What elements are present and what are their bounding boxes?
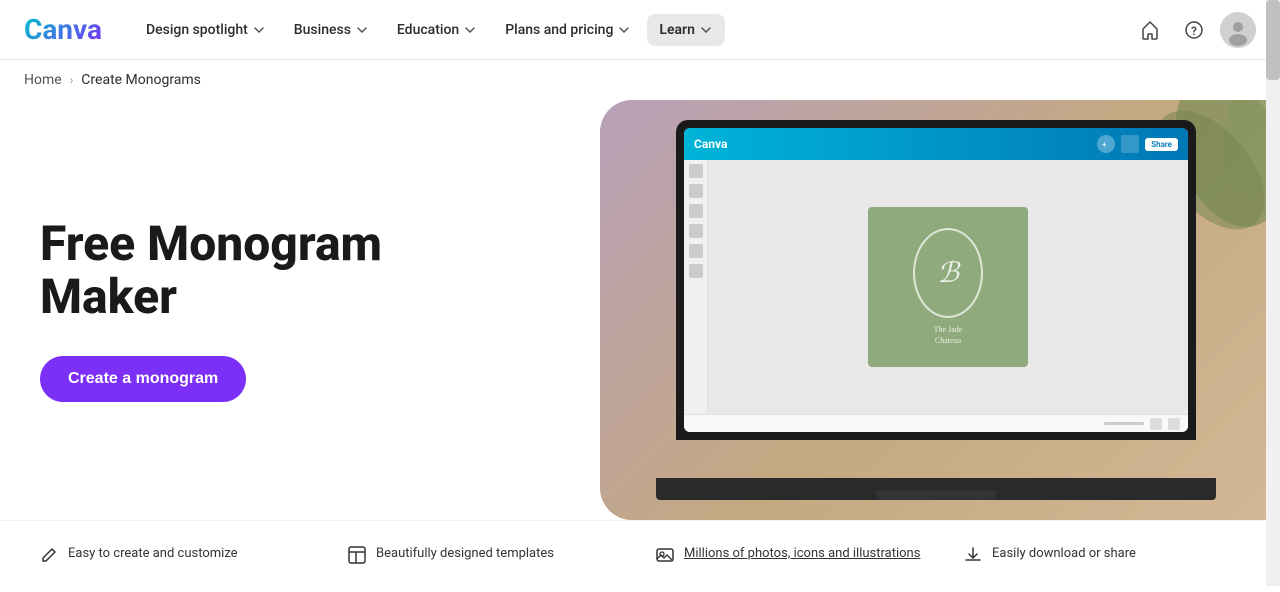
nav-item-learn[interactable]: Learn [647, 14, 724, 46]
feature-text-templates: Beautifully designed templates [376, 545, 554, 563]
template-icon [348, 546, 366, 568]
laptop-screen-outer: Canva + Share [676, 120, 1196, 440]
header: Canva Design spotlight Business Educatio… [0, 0, 1280, 60]
editor-sidebar [684, 160, 708, 414]
canva-logo[interactable]: Canva [24, 13, 102, 46]
nav-label-plans: Plans and pricing [505, 22, 613, 38]
hero-right: Canva + Share [540, 100, 1256, 520]
user-avatar[interactable] [1220, 12, 1256, 48]
sidebar-icon-5 [689, 244, 703, 258]
feature-text-easy: Easy to create and customize [68, 545, 238, 563]
download-icon [964, 546, 982, 568]
monogram-subtitle: The JadeChateau [934, 324, 963, 346]
breadcrumb-home-link[interactable]: Home [24, 72, 62, 88]
laptop-base [656, 478, 1216, 500]
monogram-oval: ℬ [913, 228, 983, 318]
monogram-letter: ℬ [937, 256, 959, 290]
monogram-design-card: ℬ The JadeChateau [868, 207, 1028, 367]
scrollbar[interactable] [1266, 0, 1280, 586]
create-monogram-button[interactable]: Create a monogram [40, 356, 246, 402]
svg-text:+: + [1102, 140, 1107, 149]
hero-left: Free Monogram Maker Create a monogram [40, 218, 540, 402]
sidebar-icon-4 [689, 224, 703, 238]
sidebar-icon-3 [689, 204, 703, 218]
main-nav: Design spotlight Business Education Plan… [134, 14, 1132, 46]
nav-label-business: Business [294, 22, 351, 38]
feature-text-download: Easily download or share [992, 545, 1136, 563]
features-bar: Easy to create and customize Beautifully… [0, 520, 1280, 592]
nav-label-learn: Learn [659, 22, 694, 38]
feature-item-templates: Beautifully designed templates [332, 537, 640, 576]
chevron-down-icon [252, 23, 266, 37]
chevron-down-icon [355, 23, 369, 37]
hero-section: Free Monogram Maker Create a monogram Ca… [0, 100, 1280, 520]
nav-item-business[interactable]: Business [282, 14, 381, 46]
nav-label-education: Education [397, 22, 459, 38]
feature-item-photos: Millions of photos, icons and illustrati… [640, 537, 948, 576]
nav-item-design-spotlight[interactable]: Design spotlight [134, 14, 278, 46]
editor-canvas: ℬ The JadeChateau [708, 160, 1188, 414]
breadcrumb-current: Create Monograms [81, 72, 201, 88]
help-button[interactable]: ? [1176, 12, 1212, 48]
laptop-notch [876, 490, 996, 500]
photos-icon [656, 546, 674, 568]
home-button[interactable] [1132, 12, 1168, 48]
nav-item-plans[interactable]: Plans and pricing [493, 14, 643, 46]
editor-topbar: Canva + Share [684, 128, 1188, 160]
hero-title: Free Monogram Maker [40, 218, 500, 324]
feature-item-easy: Easy to create and customize [24, 537, 332, 576]
svg-text:?: ? [1191, 24, 1197, 38]
breadcrumb: Home › Create Monograms [0, 60, 1280, 100]
laptop-mockup: Canva + Share [656, 120, 1236, 500]
editor-canva-logo: Canva [694, 137, 727, 151]
nav-item-education[interactable]: Education [385, 14, 489, 46]
laptop-screen-inner: Canva + Share [684, 128, 1188, 432]
feature-item-download: Easily download or share [948, 537, 1256, 576]
nav-label-design-spotlight: Design spotlight [146, 22, 248, 38]
edit-icon [40, 546, 58, 568]
breadcrumb-separator: › [70, 73, 74, 87]
editor-body: ℬ The JadeChateau [684, 160, 1188, 414]
scrollbar-thumb[interactable] [1266, 0, 1280, 80]
chevron-down-icon [699, 23, 713, 37]
sidebar-icon-1 [689, 164, 703, 178]
sidebar-icon-6 [689, 264, 703, 278]
sidebar-icon-2 [689, 184, 703, 198]
chevron-down-icon [463, 23, 477, 37]
chevron-down-icon [617, 23, 631, 37]
header-right: ? [1132, 12, 1256, 48]
feature-text-photos: Millions of photos, icons and illustrati… [684, 545, 920, 563]
feature-photos-link[interactable]: Millions of photos, icons and illustrati… [684, 546, 920, 561]
